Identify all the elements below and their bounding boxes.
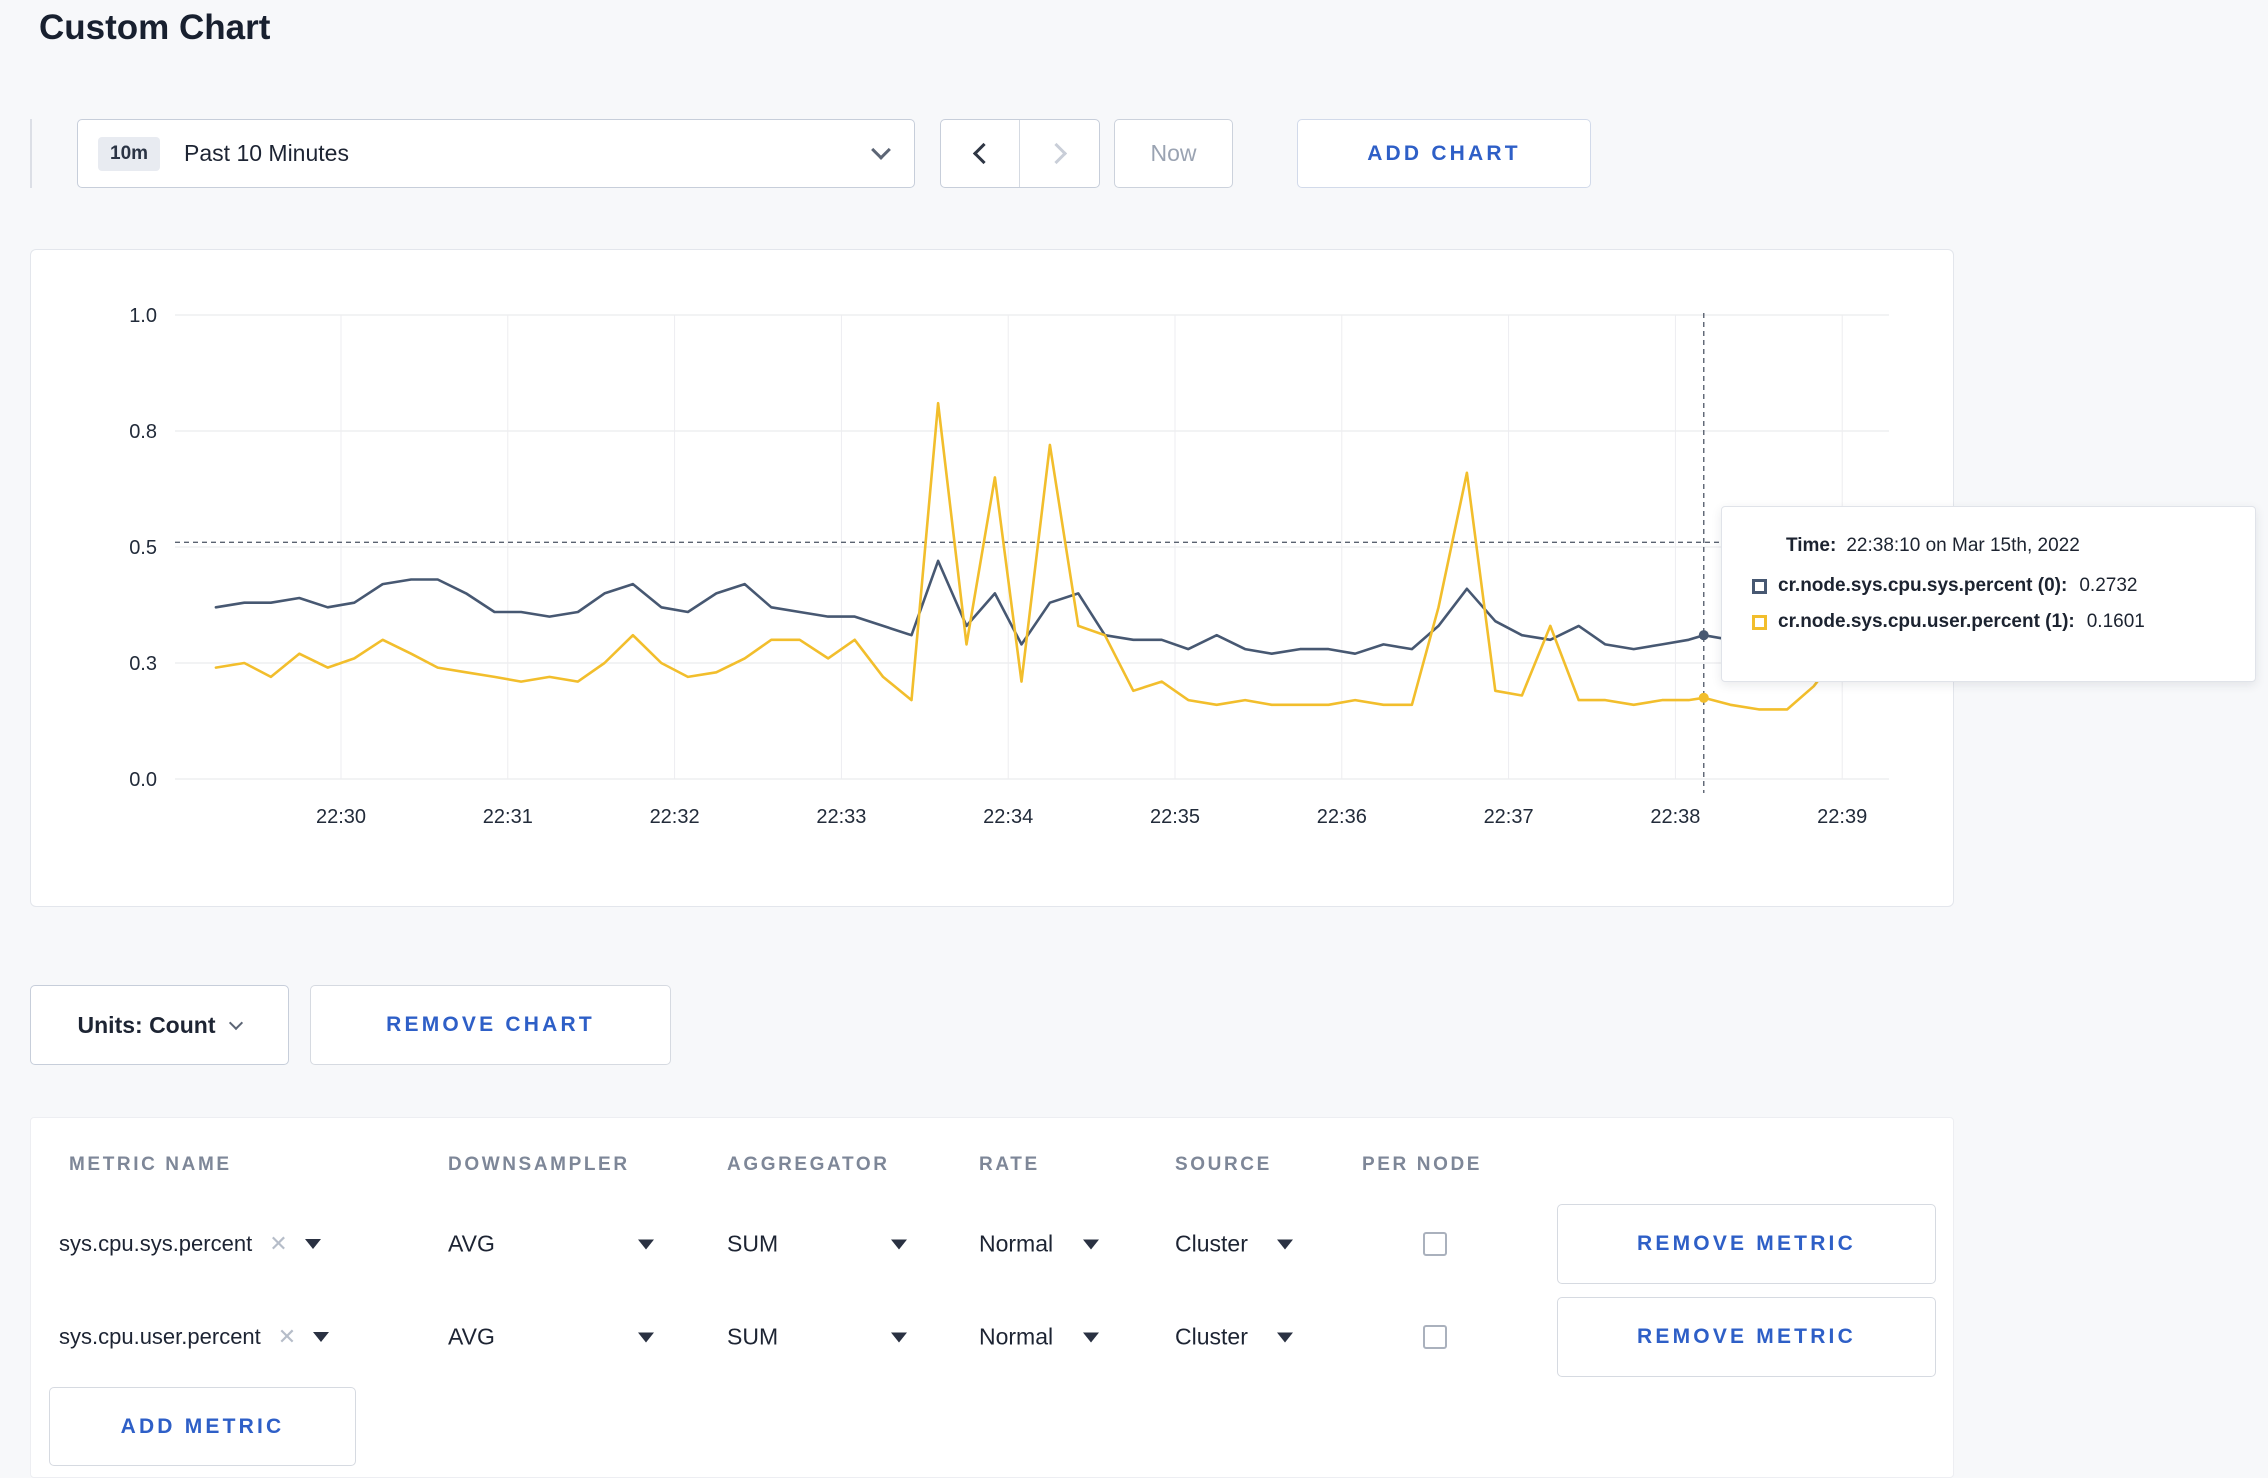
- svg-text:22:33: 22:33: [816, 806, 866, 828]
- toolbar-divider: [30, 119, 32, 188]
- rate-select[interactable]: Normal: [979, 1324, 1099, 1351]
- metric-row: sys.cpu.user.percent ✕ AVG SUM Normal Cl…: [31, 1297, 1953, 1377]
- rate-value: Normal: [979, 1230, 1054, 1257]
- metrics-table: METRIC NAME DOWNSAMPLER AGGREGATOR RATE …: [30, 1117, 1954, 1478]
- aggregator-value: SUM: [727, 1323, 779, 1350]
- svg-text:22:36: 22:36: [1317, 806, 1367, 828]
- chevron-right-icon: [1045, 142, 1068, 165]
- tooltip-time-value: 22:38:10 on Mar 15th, 2022: [1846, 535, 2080, 556]
- chevron-down-icon: [1083, 1332, 1099, 1342]
- clear-metric-icon[interactable]: ✕: [278, 1324, 296, 1350]
- chevron-down-icon: [1083, 1239, 1099, 1249]
- per-node-checkbox[interactable]: [1423, 1232, 1447, 1256]
- chevron-down-icon: [1277, 1332, 1293, 1342]
- chart-tooltip: Time: 22:38:10 on Mar 15th, 2022 cr.node.…: [1721, 506, 2256, 682]
- col-header-per-node: PER NODE: [1362, 1154, 1483, 1175]
- tooltip-series-row: cr.node.sys.cpu.sys.percent (0): 0.2732: [1752, 575, 2235, 597]
- svg-text:0.8: 0.8: [129, 421, 157, 443]
- time-nav-group: [940, 119, 1100, 188]
- metric-name-select[interactable]: sys.cpu.sys.percent ✕: [59, 1231, 321, 1257]
- downsampler-select[interactable]: AVG: [448, 1231, 654, 1258]
- rate-value: Normal: [979, 1323, 1054, 1350]
- svg-text:0.0: 0.0: [129, 769, 157, 791]
- svg-text:22:31: 22:31: [483, 806, 533, 828]
- time-range-select[interactable]: 10m Past 10 Minutes: [77, 119, 915, 188]
- svg-text:22:32: 22:32: [650, 806, 700, 828]
- add-metric-button[interactable]: ADD METRIC: [49, 1387, 356, 1466]
- chart-card: 0.0 0.3 0.5 0.8 1.0 22:30 22:31 22:32 22:33 22:34…: [30, 249, 1954, 907]
- remove-chart-button[interactable]: REMOVE CHART: [310, 985, 671, 1065]
- series-swatch-icon: [1752, 614, 1767, 630]
- add-chart-button[interactable]: ADD CHART: [1297, 119, 1591, 188]
- aggregator-select[interactable]: SUM: [727, 1324, 907, 1351]
- tooltip-series-value: 0.1601: [2086, 611, 2145, 632]
- clear-metric-icon[interactable]: ✕: [269, 1231, 287, 1257]
- tooltip-time-label: Time:: [1786, 535, 1837, 556]
- svg-text:22:30: 22:30: [316, 806, 366, 828]
- metric-name-value: sys.cpu.sys.percent: [59, 1231, 253, 1256]
- downsampler-value: AVG: [448, 1323, 495, 1350]
- units-select[interactable]: Units: Count: [30, 985, 289, 1065]
- remove-metric-button[interactable]: REMOVE METRIC: [1557, 1297, 1936, 1377]
- units-label: Units: Count: [77, 1011, 216, 1038]
- svg-text:22:35: 22:35: [1150, 806, 1200, 828]
- tooltip-series-name: cr.node.sys.cpu.user.percent (1):: [1778, 611, 2075, 632]
- svg-text:22:38: 22:38: [1650, 806, 1700, 828]
- chevron-down-icon: [229, 1015, 244, 1031]
- tooltip-time-row: Time: 22:38:10 on Mar 15th, 2022: [1786, 535, 2235, 557]
- source-value: Cluster: [1175, 1230, 1248, 1257]
- metric-row: sys.cpu.sys.percent ✕ AVG SUM Normal Clu…: [31, 1204, 1953, 1284]
- tooltip-series-value: 0.2732: [2079, 575, 2138, 596]
- svg-text:22:34: 22:34: [983, 806, 1033, 828]
- chevron-down-icon: [313, 1332, 330, 1342]
- next-time-button[interactable]: [1020, 120, 1099, 187]
- chevron-down-icon: [891, 1332, 907, 1342]
- chevron-down-icon: [871, 140, 891, 160]
- time-range-badge: 10m: [98, 136, 161, 171]
- col-header-source: SOURCE: [1175, 1154, 1272, 1175]
- chevron-down-icon: [638, 1239, 654, 1249]
- col-header-metric-name: METRIC NAME: [69, 1154, 232, 1175]
- source-select[interactable]: Cluster: [1175, 1324, 1293, 1351]
- chevron-down-icon: [891, 1239, 907, 1249]
- tooltip-series-name: cr.node.sys.cpu.sys.percent (0):: [1778, 575, 2068, 596]
- col-header-downsampler: DOWNSAMPLER: [448, 1154, 630, 1175]
- chevron-down-icon: [638, 1332, 654, 1342]
- svg-text:0.3: 0.3: [129, 653, 157, 675]
- svg-text:22:39: 22:39: [1817, 806, 1867, 828]
- chevron-down-icon: [304, 1239, 321, 1249]
- remove-metric-button[interactable]: REMOVE METRIC: [1557, 1204, 1936, 1284]
- chevron-down-icon: [1277, 1239, 1293, 1249]
- now-button[interactable]: Now: [1114, 119, 1233, 188]
- downsampler-value: AVG: [448, 1230, 495, 1257]
- aggregator-value: SUM: [727, 1230, 779, 1257]
- svg-text:22:37: 22:37: [1484, 806, 1534, 828]
- per-node-checkbox[interactable]: [1423, 1325, 1447, 1349]
- svg-text:1.0: 1.0: [129, 305, 157, 327]
- col-header-rate: RATE: [979, 1154, 1040, 1175]
- time-range-label: Past 10 Minutes: [184, 140, 349, 166]
- aggregator-select[interactable]: SUM: [727, 1231, 907, 1258]
- rate-select[interactable]: Normal: [979, 1231, 1099, 1258]
- source-select[interactable]: Cluster: [1175, 1231, 1293, 1258]
- source-value: Cluster: [1175, 1323, 1248, 1350]
- series-swatch-icon: [1752, 578, 1767, 594]
- tooltip-series-row: cr.node.sys.cpu.user.percent (1): 0.1601: [1752, 611, 2235, 633]
- chevron-left-icon: [972, 142, 994, 165]
- cpu-percent-line-chart[interactable]: 0.0 0.3 0.5 0.8 1.0 22:30 22:31 22:32 22:33 22:34…: [31, 250, 1953, 906]
- page-title: Custom Chart: [39, 8, 271, 47]
- col-header-aggregator: AGGREGATOR: [727, 1154, 890, 1175]
- metric-name-select[interactable]: sys.cpu.user.percent ✕: [59, 1324, 330, 1350]
- metric-name-value: sys.cpu.user.percent: [59, 1324, 261, 1349]
- svg-text:0.5: 0.5: [129, 537, 157, 559]
- downsampler-select[interactable]: AVG: [448, 1324, 654, 1351]
- prev-time-button[interactable]: [941, 120, 1020, 187]
